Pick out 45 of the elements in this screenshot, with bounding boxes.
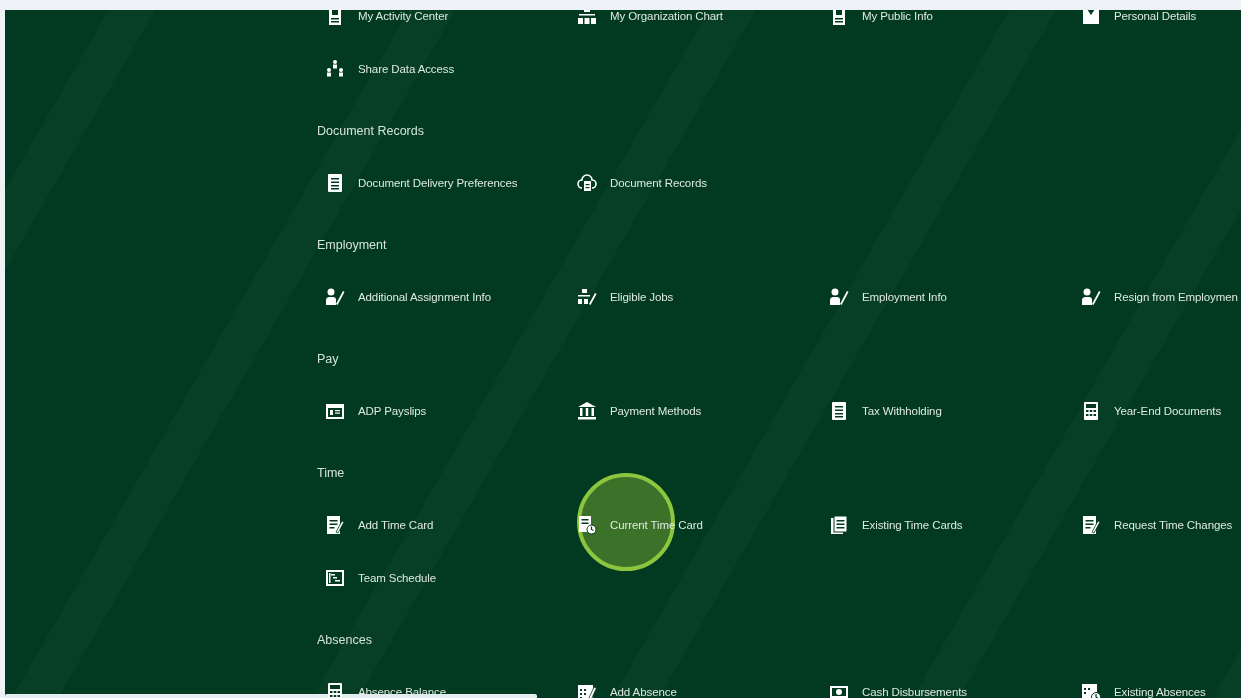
menu-link[interactable]: Resign from Employmen <box>1073 270 1238 323</box>
menu-link[interactable]: Document Delivery Preferences <box>317 156 518 209</box>
document-icon <box>325 172 345 193</box>
person-edit-icon <box>829 286 849 307</box>
section-heading: Pay <box>317 351 339 368</box>
document-clock-icon <box>577 514 597 535</box>
edit-document-icon <box>325 514 345 535</box>
edit-document-icon <box>1081 514 1101 535</box>
documents-icon <box>829 514 849 535</box>
document-icon <box>829 400 849 421</box>
menu-link[interactable]: Team Schedule <box>317 551 436 604</box>
menu-link[interactable]: Existing Time Cards <box>821 498 963 551</box>
gantt-chart-icon <box>325 567 345 588</box>
section-heading: Employment <box>317 237 387 254</box>
menu-link[interactable]: My Activity Center <box>317 10 449 42</box>
menu-link[interactable]: Document Records <box>569 156 707 209</box>
menu-link[interactable]: Tax Withholding <box>821 384 942 437</box>
menu-link[interactable]: Year-End Documents <box>1073 384 1222 437</box>
menu-link[interactable]: Add Absence <box>569 665 677 698</box>
menu-link[interactable]: Personal Details <box>1073 10 1197 42</box>
section-heading: Time <box>317 465 345 482</box>
menu-link[interactable]: My Public Info <box>821 10 933 42</box>
menu-link[interactable]: Eligible Jobs <box>569 270 674 323</box>
section-heading: Absences <box>317 632 372 649</box>
menu-link[interactable]: Share Data Access <box>317 42 455 95</box>
cloud-document-icon <box>577 172 597 193</box>
bank-icon <box>577 400 597 421</box>
menu-link[interactable]: Add Time Card <box>317 498 434 551</box>
menu-link[interactable]: Additional Assignment Info <box>317 270 491 323</box>
people-network-icon <box>325 58 345 79</box>
scrollbar[interactable] <box>5 694 537 698</box>
menu-link[interactable]: Payment Methods <box>569 384 702 437</box>
hierarchy-edit-icon <box>577 286 597 307</box>
person-edit-icon <box>1081 286 1101 307</box>
org-chart-icon <box>577 10 597 26</box>
person-edit-icon <box>325 286 345 307</box>
menu-link[interactable]: ADP Payslips <box>317 384 427 437</box>
menu-link[interactable]: Existing Absences <box>1073 665 1206 698</box>
menu-link[interactable]: Employment Info <box>821 270 947 323</box>
menu-link[interactable]: Current Time Card <box>569 498 703 551</box>
calculator-icon <box>1081 400 1101 421</box>
menu-link[interactable]: Cash Disbursements <box>821 665 967 698</box>
section-heading: Document Records <box>317 123 424 140</box>
menu-link[interactable]: My Organization Chart <box>569 10 723 42</box>
menu-link[interactable]: Request Time Changes <box>1073 498 1233 551</box>
